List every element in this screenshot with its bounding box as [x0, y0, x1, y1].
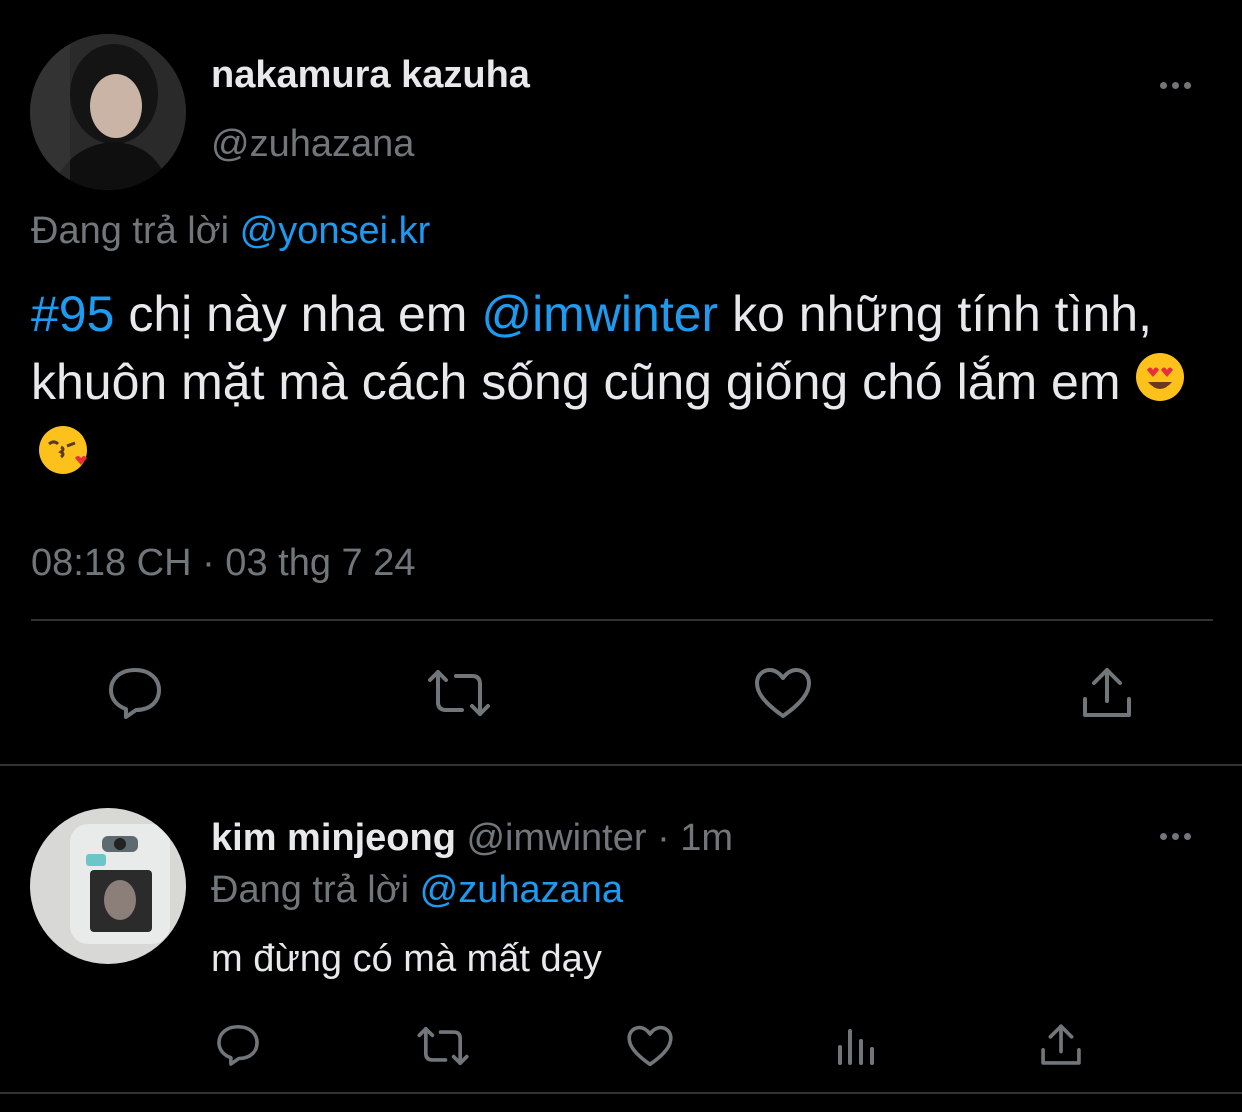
reply-replying-label: Đang trả lời [211, 869, 410, 911]
reply-author-avatar[interactable] [30, 808, 186, 964]
views-icon [838, 1029, 874, 1065]
author-avatar[interactable] [30, 34, 186, 190]
share-button[interactable] [1076, 660, 1138, 726]
like-button[interactable] [750, 662, 816, 724]
reply-icon [109, 668, 161, 719]
kissing-heart-emoji [37, 424, 89, 493]
reply-author-handle[interactable]: @imwinter [466, 817, 646, 859]
like-icon [755, 668, 811, 718]
reply-text: m đừng có mà mất dạy [211, 938, 602, 980]
replying-to-link[interactable]: @yonsei.kr [240, 210, 431, 252]
reply-button[interactable] [100, 660, 170, 726]
divider [0, 1092, 1242, 1094]
mention-link[interactable]: @imwinter [481, 286, 718, 342]
retweet-icon [417, 1026, 469, 1066]
timestamp[interactable]: 08:18 CH · 03 thg 7 24 [31, 540, 415, 586]
like-icon [627, 1025, 673, 1067]
divider [31, 619, 1213, 621]
reply-retweet-button[interactable] [414, 1022, 472, 1070]
reply-icon [217, 1024, 259, 1066]
reply-views-button[interactable] [832, 1022, 880, 1070]
reply-replying-to: Đang trả lời @zuhazana [211, 868, 623, 912]
reply-author-name[interactable]: kim minjeong [211, 817, 456, 859]
reply-share-button[interactable] [1036, 1020, 1086, 1070]
reply-header: kim minjeong @imwinter · 1m [211, 815, 733, 861]
reply-more-options-icon[interactable] [1160, 831, 1191, 841]
reply-reply-button[interactable] [212, 1020, 264, 1070]
author-handle[interactable]: @zuhazana [211, 123, 414, 165]
share-icon [1083, 668, 1131, 717]
reply-replying-to-link[interactable]: @zuhazana [420, 869, 623, 911]
reply-time[interactable]: · 1m [647, 817, 733, 859]
heart-eyes-emoji [1134, 351, 1186, 420]
tweet-text: #95 chị này nha em @imwinter ko những tí… [31, 280, 1221, 493]
author-name[interactable]: nakamura kazuha [211, 54, 530, 96]
share-icon [1041, 1024, 1081, 1065]
replying-label: Đang trả lời [31, 210, 230, 252]
replying-to: Đang trả lời @yonsei.kr [31, 209, 430, 253]
retweet-button[interactable] [424, 662, 494, 724]
hashtag-link[interactable]: #95 [31, 286, 114, 342]
tweet-text-part1: chị này nha em [114, 286, 482, 342]
more-options-icon[interactable] [1160, 80, 1191, 90]
divider [0, 764, 1242, 766]
retweet-icon [428, 670, 490, 716]
reply-like-button[interactable] [624, 1022, 676, 1070]
